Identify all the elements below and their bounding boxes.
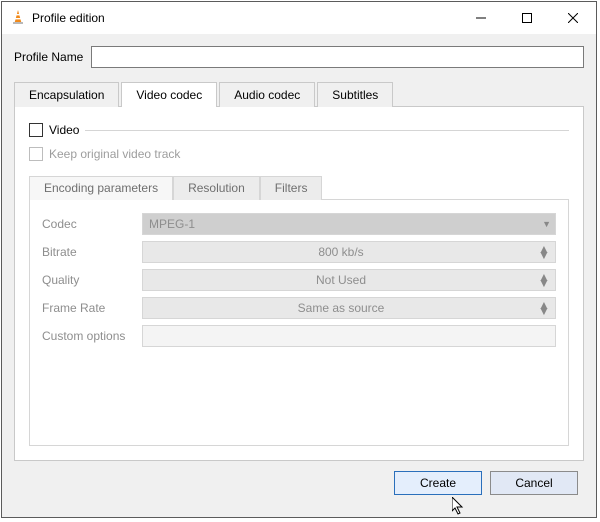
codec-label: Codec bbox=[42, 217, 142, 231]
custom-options-row: Custom options bbox=[42, 322, 556, 350]
keep-original-row: Keep original video track bbox=[29, 147, 569, 161]
codec-value: MPEG-1 bbox=[149, 217, 195, 231]
tab-encapsulation[interactable]: Encapsulation bbox=[14, 82, 119, 107]
tab-body-video-codec: Video Keep original video track Encoding… bbox=[14, 106, 584, 461]
encoding-parameters-panel: Codec MPEG-1 ▼ Bitrate 800 kb/s ▲▼ Quali… bbox=[29, 199, 569, 446]
codec-select[interactable]: MPEG-1 ▼ bbox=[142, 213, 556, 235]
custom-options-label: Custom options bbox=[42, 329, 142, 343]
maximize-button[interactable] bbox=[504, 2, 550, 34]
framerate-label: Frame Rate bbox=[42, 301, 142, 315]
main-tabs: Encapsulation Video codec Audio codec Su… bbox=[14, 80, 584, 106]
spinner-icon: ▲▼ bbox=[537, 246, 551, 258]
profile-name-row: Profile Name bbox=[14, 46, 584, 68]
tab-audio-codec[interactable]: Audio codec bbox=[219, 82, 315, 107]
content-area: Profile Name Encapsulation Video codec A… bbox=[2, 34, 596, 517]
bitrate-row: Bitrate 800 kb/s ▲▼ bbox=[42, 238, 556, 266]
subtab-resolution[interactable]: Resolution bbox=[173, 176, 260, 200]
titlebar: Profile edition bbox=[2, 2, 596, 34]
framerate-value: Same as source bbox=[298, 301, 385, 315]
video-checkbox-label: Video bbox=[49, 123, 79, 137]
framerate-spinner[interactable]: Same as source ▲▼ bbox=[142, 297, 556, 319]
create-button[interactable]: Create bbox=[394, 471, 482, 495]
bitrate-value: 800 kb/s bbox=[318, 245, 363, 259]
bitrate-spinner[interactable]: 800 kb/s ▲▼ bbox=[142, 241, 556, 263]
minimize-button[interactable] bbox=[458, 2, 504, 34]
video-checkbox-row: Video bbox=[29, 123, 569, 137]
close-button[interactable] bbox=[550, 2, 596, 34]
keep-original-checkbox[interactable] bbox=[29, 147, 43, 161]
vlc-cone-icon bbox=[10, 9, 26, 28]
tab-subtitles[interactable]: Subtitles bbox=[317, 82, 393, 107]
window-controls bbox=[458, 2, 596, 34]
bitrate-label: Bitrate bbox=[42, 245, 142, 259]
keep-original-label: Keep original video track bbox=[49, 147, 180, 161]
quality-row: Quality Not Used ▲▼ bbox=[42, 266, 556, 294]
codec-row: Codec MPEG-1 ▼ bbox=[42, 210, 556, 238]
profile-edition-window: Profile edition Profile Name Encapsulati… bbox=[1, 1, 597, 518]
profile-name-input[interactable] bbox=[91, 46, 584, 68]
custom-options-input[interactable] bbox=[142, 325, 556, 347]
dialog-footer: Create Cancel bbox=[14, 461, 584, 505]
window-title: Profile edition bbox=[32, 11, 458, 25]
video-checkbox[interactable] bbox=[29, 123, 43, 137]
chevron-down-icon: ▼ bbox=[542, 219, 551, 229]
framerate-row: Frame Rate Same as source ▲▼ bbox=[42, 294, 556, 322]
cancel-button[interactable]: Cancel bbox=[490, 471, 578, 495]
subtab-filters[interactable]: Filters bbox=[260, 176, 323, 200]
profile-name-label: Profile Name bbox=[14, 50, 83, 64]
quality-value: Not Used bbox=[316, 273, 366, 287]
tab-video-codec[interactable]: Video codec bbox=[121, 82, 217, 107]
subtab-encoding-parameters[interactable]: Encoding parameters bbox=[29, 176, 173, 200]
quality-label: Quality bbox=[42, 273, 142, 287]
quality-spinner[interactable]: Not Used ▲▼ bbox=[142, 269, 556, 291]
spinner-icon: ▲▼ bbox=[537, 302, 551, 314]
divider bbox=[85, 130, 569, 131]
video-subtabs: Encoding parameters Resolution Filters bbox=[29, 175, 569, 199]
spinner-icon: ▲▼ bbox=[537, 274, 551, 286]
